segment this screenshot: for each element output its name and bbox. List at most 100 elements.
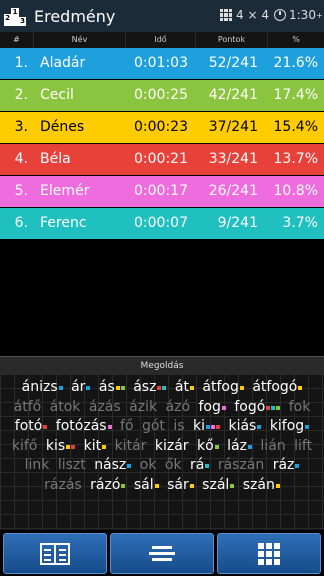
player-marker [247, 444, 252, 449]
time-cell: 0:01:03 [134, 55, 188, 71]
points-cell: 42/241 [208, 87, 258, 103]
solution-word-text: át [174, 379, 189, 395]
solution-word[interactable]: lift [294, 437, 312, 457]
solution-word[interactable]: kis [46, 437, 76, 457]
solution-word[interactable]: fok [289, 398, 311, 418]
solution-word[interactable]: link [25, 456, 50, 476]
solution-word-text: link [24, 457, 50, 473]
solution-word-text: fog [198, 398, 221, 415]
solution-word[interactable]: átfogó [252, 378, 303, 398]
solution-word[interactable]: kő [197, 437, 219, 457]
solution-word[interactable]: ász [133, 378, 167, 398]
solution-word[interactable]: kiás [228, 417, 262, 437]
solution-word-text: ki [193, 418, 206, 434]
solution-word-text: szán [242, 476, 275, 493]
name-cell: Elemér [40, 183, 90, 199]
solution-word[interactable]: ár [71, 378, 91, 398]
solution-word[interactable]: kitár [115, 437, 147, 457]
column-header-name: Név [34, 32, 126, 48]
solution-word[interactable]: rászán [218, 456, 264, 476]
table-row[interactable]: 2. Cecil 0:00:25 42/241 17.4% [0, 80, 324, 111]
align-center-icon [149, 543, 175, 564]
player-marker [58, 386, 63, 390]
solution-word[interactable]: ánizs [22, 378, 63, 398]
table-row[interactable]: 5. Elemér 0:00:17 26/241 10.8% [0, 176, 324, 207]
solution-word[interactable]: ráz [273, 456, 300, 476]
solution-word[interactable]: fogó [234, 398, 281, 418]
solution-word-text: fogó [234, 398, 266, 415]
rank-cell: 1. [14, 55, 28, 71]
solution-word[interactable]: ás [99, 378, 125, 398]
solution-word[interactable]: fotózás [56, 417, 112, 437]
solution-word[interactable]: átok [50, 398, 81, 418]
solution-word[interactable]: fotó [15, 417, 48, 437]
percent-cell: 10.8% [273, 183, 318, 199]
solution-word[interactable]: ki [193, 417, 221, 437]
solution-word[interactable]: szál [202, 476, 235, 496]
solution-word[interactable]: láz [227, 437, 252, 457]
player-marker [298, 386, 303, 390]
solution-word[interactable]: is [173, 417, 184, 437]
solution-word[interactable]: sál [134, 476, 159, 496]
grid-size-indicator: 4 × 4 [220, 8, 269, 22]
solution-word[interactable]: szán [243, 476, 280, 496]
solution-word[interactable]: rá [190, 456, 210, 476]
solution-word-text: átfő [13, 398, 42, 415]
solution-word[interactable]: nász [94, 456, 132, 476]
solution-word[interactable]: átfog [202, 378, 244, 398]
points-cell: 33/241 [208, 151, 258, 167]
solution-word-text: fotózás [55, 418, 107, 434]
solution-word[interactable]: át [175, 378, 194, 398]
solution-word[interactable]: kifog [270, 417, 310, 437]
solution-word-text: átfogó [252, 379, 298, 395]
percent-cell: 13.7% [273, 151, 318, 167]
solution-word[interactable]: liszt [58, 456, 86, 476]
player-marker [221, 405, 226, 410]
solution-word[interactable]: ok [140, 456, 157, 476]
solution-word[interactable]: kifő [12, 437, 38, 457]
solution-word-text: is [173, 418, 185, 434]
solution-word-list[interactable]: ánizs ár ás ász át átfog átfogó átfő áto… [0, 374, 324, 530]
solution-word[interactable]: fő [120, 417, 134, 437]
solution-word[interactable]: kit [84, 437, 107, 457]
player-marker [162, 386, 167, 390]
word-list-button[interactable] [110, 533, 214, 574]
time-cell: 0:00:25 [134, 87, 188, 103]
player-marker [305, 425, 310, 429]
solution-word[interactable]: sár [167, 476, 194, 496]
solution-word-text: lián [260, 437, 286, 454]
player-marker [206, 425, 211, 429]
solution-word[interactable]: rázó [90, 476, 126, 496]
board-grid-button[interactable] [217, 533, 321, 574]
solution-word[interactable]: kizár [155, 437, 189, 457]
player-marker [66, 444, 71, 449]
solution-word[interactable]: ázó [166, 398, 191, 418]
solution-word-text: nász [94, 457, 127, 473]
results-book-button[interactable] [3, 533, 107, 574]
solution-word[interactable]: átfő [14, 398, 42, 418]
player-marker [230, 483, 235, 488]
column-header-rank: # [0, 32, 34, 48]
solution-word-text: átfog [202, 379, 239, 395]
table-row[interactable]: 4. Béla 0:00:21 33/241 13.7% [0, 144, 324, 175]
solution-word[interactable]: ázás [89, 398, 121, 418]
percent-cell: 17.4% [273, 87, 318, 103]
solution-word[interactable]: ők [165, 456, 182, 476]
solution-word[interactable]: fog [198, 398, 226, 418]
solution-word[interactable]: gót [142, 417, 165, 437]
table-row[interactable]: 3. Dénes 0:00:23 37/241 15.4% [0, 112, 324, 143]
solution-word-text: láz [227, 437, 247, 454]
solution-word[interactable]: lián [260, 437, 285, 457]
solution-word-text: átok [49, 398, 81, 415]
player-marker [216, 425, 221, 429]
solution-word-text: lift [294, 437, 313, 454]
solution-word-text: sál [133, 476, 154, 493]
solution-word[interactable]: ázik [129, 398, 157, 418]
solution-word[interactable]: rázás [44, 476, 82, 496]
timer-value: 1:30 [289, 8, 316, 22]
points-cell: 37/241 [208, 119, 258, 135]
table-row[interactable]: 1. Aladár 0:01:03 52/241 21.6% [0, 48, 324, 79]
player-marker [154, 483, 159, 488]
table-row[interactable]: 6. Ferenc 0:00:07 9/241 3.7% [0, 208, 324, 239]
solution-word-text: kitár [114, 437, 147, 454]
